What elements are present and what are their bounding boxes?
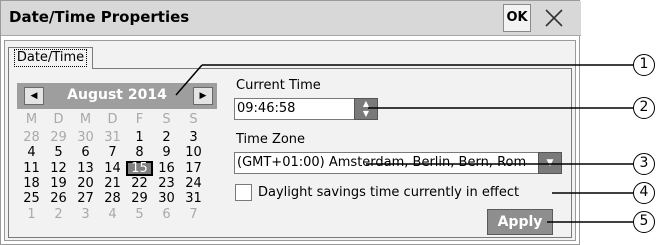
tab-date-time[interactable]: Date/Time <box>8 47 93 69</box>
callout-2: 2 <box>633 97 655 119</box>
callout-5: 5 <box>633 211 655 233</box>
callout-4: 4 <box>633 182 655 204</box>
callout-3: 3 <box>633 153 655 175</box>
callout-leader-lines <box>175 64 633 223</box>
callout-1: 1 <box>633 54 655 76</box>
tab-label: Date/Time <box>13 49 88 67</box>
